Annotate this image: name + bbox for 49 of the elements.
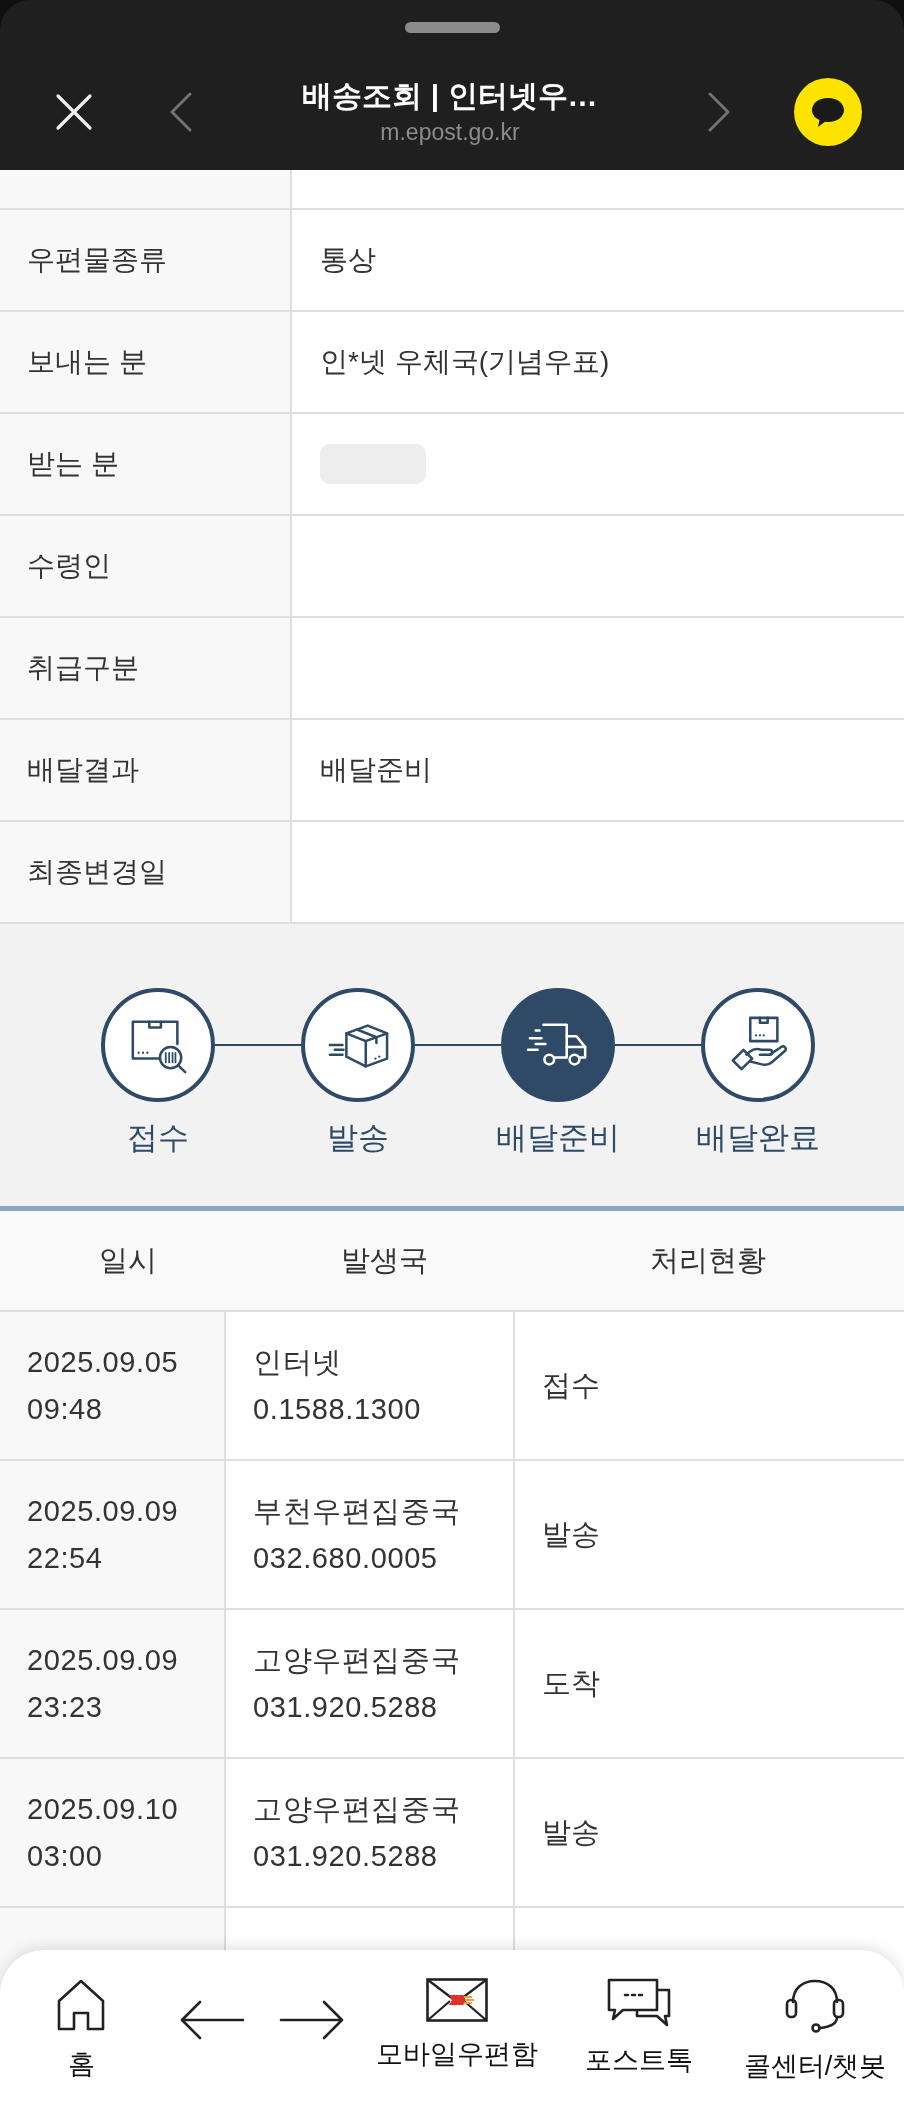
chat-bubbles-icon <box>607 1978 671 2028</box>
time-text: 22:54 <box>27 1540 103 1576</box>
office-name: 고양우편집중국 <box>253 1642 461 1678</box>
page-title: 배송조회 | 인터넷우… <box>302 78 598 114</box>
time-text: 09:48 <box>27 1391 103 1427</box>
step-label: 발송 <box>327 1119 389 1157</box>
step-label: 배달완료 <box>696 1119 820 1157</box>
column-header: 발생국 <box>340 1242 428 1278</box>
phone-number: 0.1588.1300 <box>253 1391 421 1427</box>
date-text: 2025.09.09 <box>27 1642 179 1678</box>
office-name: 인터넷 <box>253 1344 342 1380</box>
post-talk-button[interactable]: 포스트톡 <box>585 1978 693 2076</box>
headset-icon <box>784 1978 846 2034</box>
forward-button[interactable] <box>279 2000 345 2040</box>
field-label: 배달결과 <box>0 720 292 820</box>
field-label: 보내는 분 <box>0 312 292 412</box>
mailbox-button[interactable]: 모바일우편함 <box>376 1978 538 2070</box>
step-label: 접수 <box>127 1119 189 1157</box>
phone-number: 031.920.5288 <box>253 1689 438 1725</box>
time-text: 23:23 <box>27 1689 103 1725</box>
close-icon[interactable] <box>55 93 93 131</box>
chevron-right-icon[interactable] <box>707 92 731 132</box>
column-header: 일시 <box>99 1242 157 1278</box>
chevron-left-icon[interactable] <box>169 92 193 132</box>
field-label: 받는 분 <box>0 414 292 514</box>
date-text: 2025.09.09 <box>27 1493 179 1529</box>
drag-handle[interactable] <box>404 22 500 33</box>
column-header: 처리현황 <box>650 1242 766 1278</box>
date-text: 2025.09.05 <box>27 1344 179 1380</box>
time-text: 03:00 <box>27 1838 103 1874</box>
page-url: m.epost.go.kr <box>380 118 520 146</box>
house-icon <box>56 1978 106 2032</box>
left-arrow-icon <box>179 2000 245 2040</box>
date-text: 2025.09.10 <box>27 1791 179 1827</box>
office-name: 고양우편집중국 <box>253 1791 461 1827</box>
chat-bubble-icon[interactable] <box>794 78 862 146</box>
phone-number: 031.920.5288 <box>253 1838 438 1874</box>
phone-number: 032.680.0005 <box>253 1540 438 1576</box>
envelope-icon <box>426 1978 488 2022</box>
step-label: 배달준비 <box>496 1119 620 1157</box>
back-button[interactable] <box>179 2000 245 2040</box>
field-label: 최종변경일 <box>0 822 292 922</box>
right-arrow-icon <box>279 2000 345 2040</box>
field-label: 취급구분 <box>0 618 292 718</box>
home-button[interactable]: 홈 <box>56 1978 106 2080</box>
office-name: 부천우편집중국 <box>253 1493 461 1529</box>
call-center-button[interactable]: 콜센터/챗봇 <box>743 1978 887 2082</box>
field-label: 우편물종류 <box>0 210 292 310</box>
field-label: 수령인 <box>0 516 292 616</box>
